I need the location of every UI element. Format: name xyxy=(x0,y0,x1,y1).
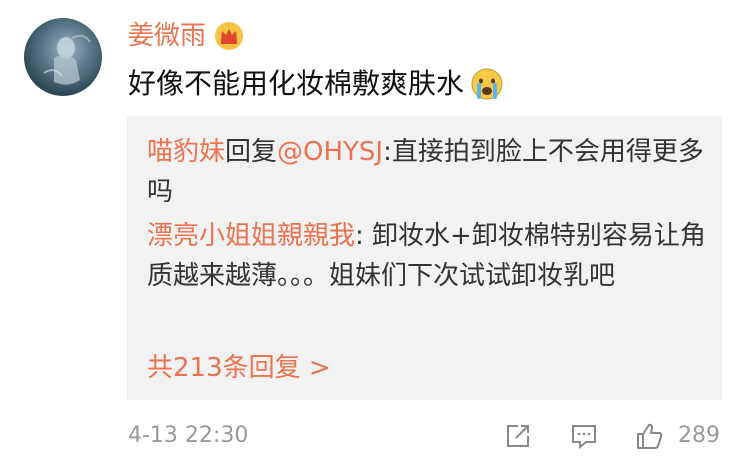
reply-item[interactable]: 漂亮小姐姐親親我: 卸妆水+卸妆棉特别容易让角质越来越薄。。。姐妹们下次试试卸妆… xyxy=(147,216,707,296)
share-icon[interactable] xyxy=(502,420,534,452)
username[interactable]: 姜微雨 xyxy=(128,18,206,54)
crying-face-icon xyxy=(470,67,504,101)
timestamp: 4-13 22:30 xyxy=(128,423,249,448)
reply-mention[interactable]: @OHYSJ xyxy=(277,137,383,167)
like-count: 289 xyxy=(678,423,720,448)
avatar-image xyxy=(43,34,91,85)
comment-header: 姜微雨 xyxy=(128,18,244,54)
reply-username[interactable]: 漂亮小姐姐親親我 xyxy=(147,221,355,251)
comment-body: 好像不能用化妆棉敷爽肤水 xyxy=(128,62,504,106)
reply-username[interactable]: 喵豹妹 xyxy=(147,137,225,167)
avatar[interactable] xyxy=(24,18,102,96)
replies-panel: 喵豹妹回复@OHYSJ:直接拍到脸上不会用得更多吗 漂亮小姐姐親親我: 卸妆水+… xyxy=(127,116,722,400)
comment-icon[interactable] xyxy=(568,420,600,452)
thumbs-up-icon[interactable] xyxy=(634,420,666,452)
comment-text: 好像不能用化妆棉敷爽肤水 xyxy=(128,67,465,100)
reply-item[interactable]: 喵豹妹回复@OHYSJ:直接拍到脸上不会用得更多吗 xyxy=(147,132,707,212)
crown-icon xyxy=(214,21,244,51)
more-replies-link[interactable]: 共213条回复 > xyxy=(147,348,331,388)
comment-footer: 4-13 22:30 289 xyxy=(128,416,723,456)
reply-keyword: 回复 xyxy=(225,137,278,167)
